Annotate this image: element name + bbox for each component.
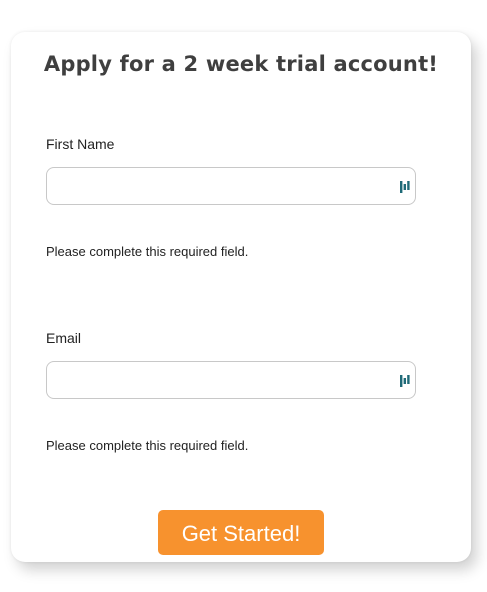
password-manager-icon[interactable] xyxy=(400,374,410,388)
email-error: Please complete this required field. xyxy=(46,438,249,453)
email-input[interactable] xyxy=(46,361,416,399)
trial-signup-form: Apply for a 2 week trial account! First … xyxy=(11,32,471,562)
form-title: Apply for a 2 week trial account! xyxy=(43,52,439,76)
first-name-input[interactable] xyxy=(46,167,416,205)
first-name-label: First Name xyxy=(46,136,115,152)
email-label: Email xyxy=(46,330,82,346)
first-name-error: Please complete this required field. xyxy=(46,244,249,259)
password-manager-icon[interactable] xyxy=(400,180,410,194)
get-started-button[interactable]: Get Started! xyxy=(158,510,324,555)
